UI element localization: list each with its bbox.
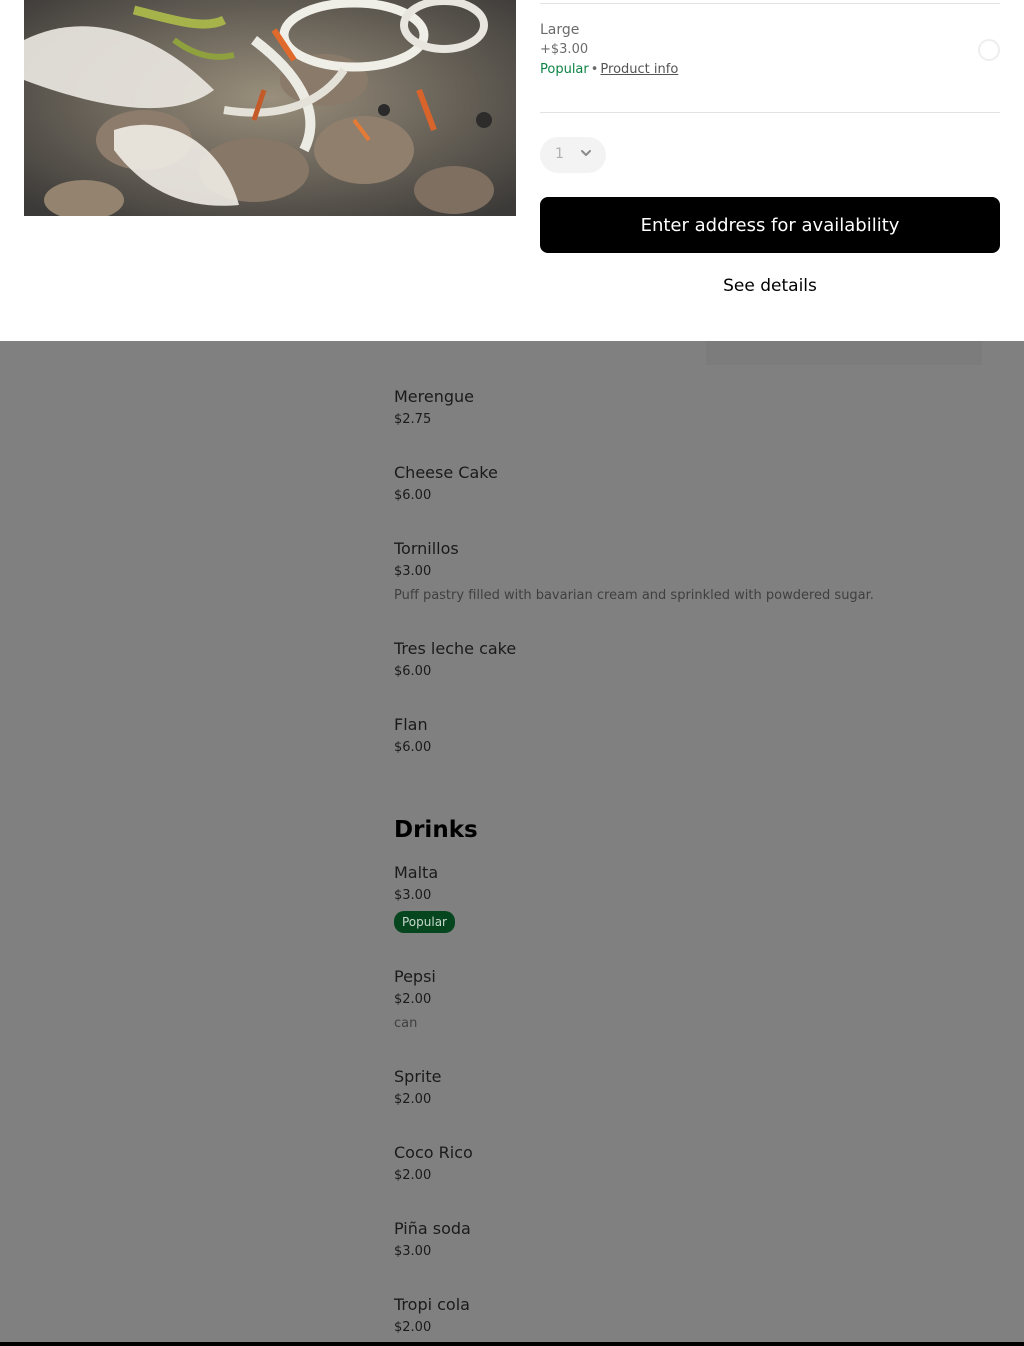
option-price: +$3.00: [540, 42, 589, 57]
menu-item[interactable]: Pepsi $2.00 can: [394, 967, 914, 1032]
item-description: Puff pastry filled with bavarian cream a…: [394, 588, 874, 603]
enter-address-button[interactable]: Enter address for availability: [540, 197, 1000, 253]
item-price: $2.75: [394, 412, 432, 427]
quantity-select[interactable]: 1: [540, 137, 606, 173]
item-name: Sprite: [394, 1067, 442, 1086]
item-price: $2.00: [394, 1092, 432, 1107]
item-name: Cheese Cake: [394, 463, 498, 482]
item-price: $3.00: [394, 564, 432, 579]
item-price: $2.00: [394, 992, 432, 1007]
dimmed-placeholder: [706, 341, 982, 365]
modal-backdrop[interactable]: Merengue $2.75 Cheese Cake $6.00 Tornill…: [0, 341, 1024, 1346]
option-meta: Popular • Product info: [540, 62, 678, 77]
item-name: Coco Rico: [394, 1143, 473, 1162]
quantity-value: 1: [555, 146, 564, 162]
menu-item[interactable]: Coco Rico $2.00: [394, 1143, 914, 1184]
item-price: $6.00: [394, 740, 432, 755]
item-name: Merengue: [394, 387, 474, 406]
item-name: Tropi cola: [394, 1295, 470, 1314]
item-name: Tornillos: [394, 539, 459, 558]
item-name: Flan: [394, 715, 428, 734]
item-photo: [24, 0, 516, 216]
item-detail-modal: Large +$3.00 Popular • Product info 1 Ente…: [0, 0, 1024, 341]
menu-item[interactable]: Cheese Cake $6.00: [394, 463, 914, 504]
menu-item[interactable]: Malta $3.00 Popular: [394, 863, 914, 933]
bottom-edge-bar: [0, 1342, 1024, 1346]
product-info-link[interactable]: Product info: [600, 62, 678, 77]
menu-item[interactable]: Tornillos $3.00 Puff pastry filled with …: [394, 539, 914, 604]
section-title-drinks: Drinks: [394, 817, 478, 843]
menu-item[interactable]: Merengue $2.75: [394, 387, 914, 428]
menu-item[interactable]: Tropi cola $2.00: [394, 1295, 914, 1336]
popular-badge: Popular: [394, 911, 455, 933]
popular-label: Popular: [540, 62, 589, 77]
item-name: Tres leche cake: [394, 639, 517, 658]
item-price: $2.00: [394, 1168, 432, 1183]
chevron-down-icon: [581, 150, 591, 156]
item-price: $6.00: [394, 664, 432, 679]
option-name: Large: [540, 22, 580, 38]
item-name: Pepsi: [394, 967, 436, 986]
divider: [540, 3, 1000, 4]
menu-item[interactable]: Sprite $2.00: [394, 1067, 914, 1108]
see-details-button[interactable]: See details: [540, 276, 1000, 296]
option-row-large[interactable]: Large +$3.00 Popular • Product info: [540, 20, 1000, 90]
item-name: Piña soda: [394, 1219, 471, 1238]
option-radio[interactable]: [978, 39, 1000, 61]
item-price: $2.00: [394, 1320, 432, 1335]
menu-item[interactable]: Piña soda $3.00: [394, 1219, 914, 1260]
menu-item[interactable]: Tres leche cake $6.00: [394, 639, 914, 680]
item-price: $3.00: [394, 1244, 432, 1259]
item-name: Malta: [394, 863, 439, 882]
item-description: can: [394, 1016, 418, 1031]
menu-item[interactable]: Flan $6.00: [394, 715, 914, 756]
separator-dot: •: [590, 62, 599, 77]
divider: [540, 112, 1000, 113]
item-price: $3.00: [394, 888, 432, 903]
item-price: $6.00: [394, 488, 432, 503]
